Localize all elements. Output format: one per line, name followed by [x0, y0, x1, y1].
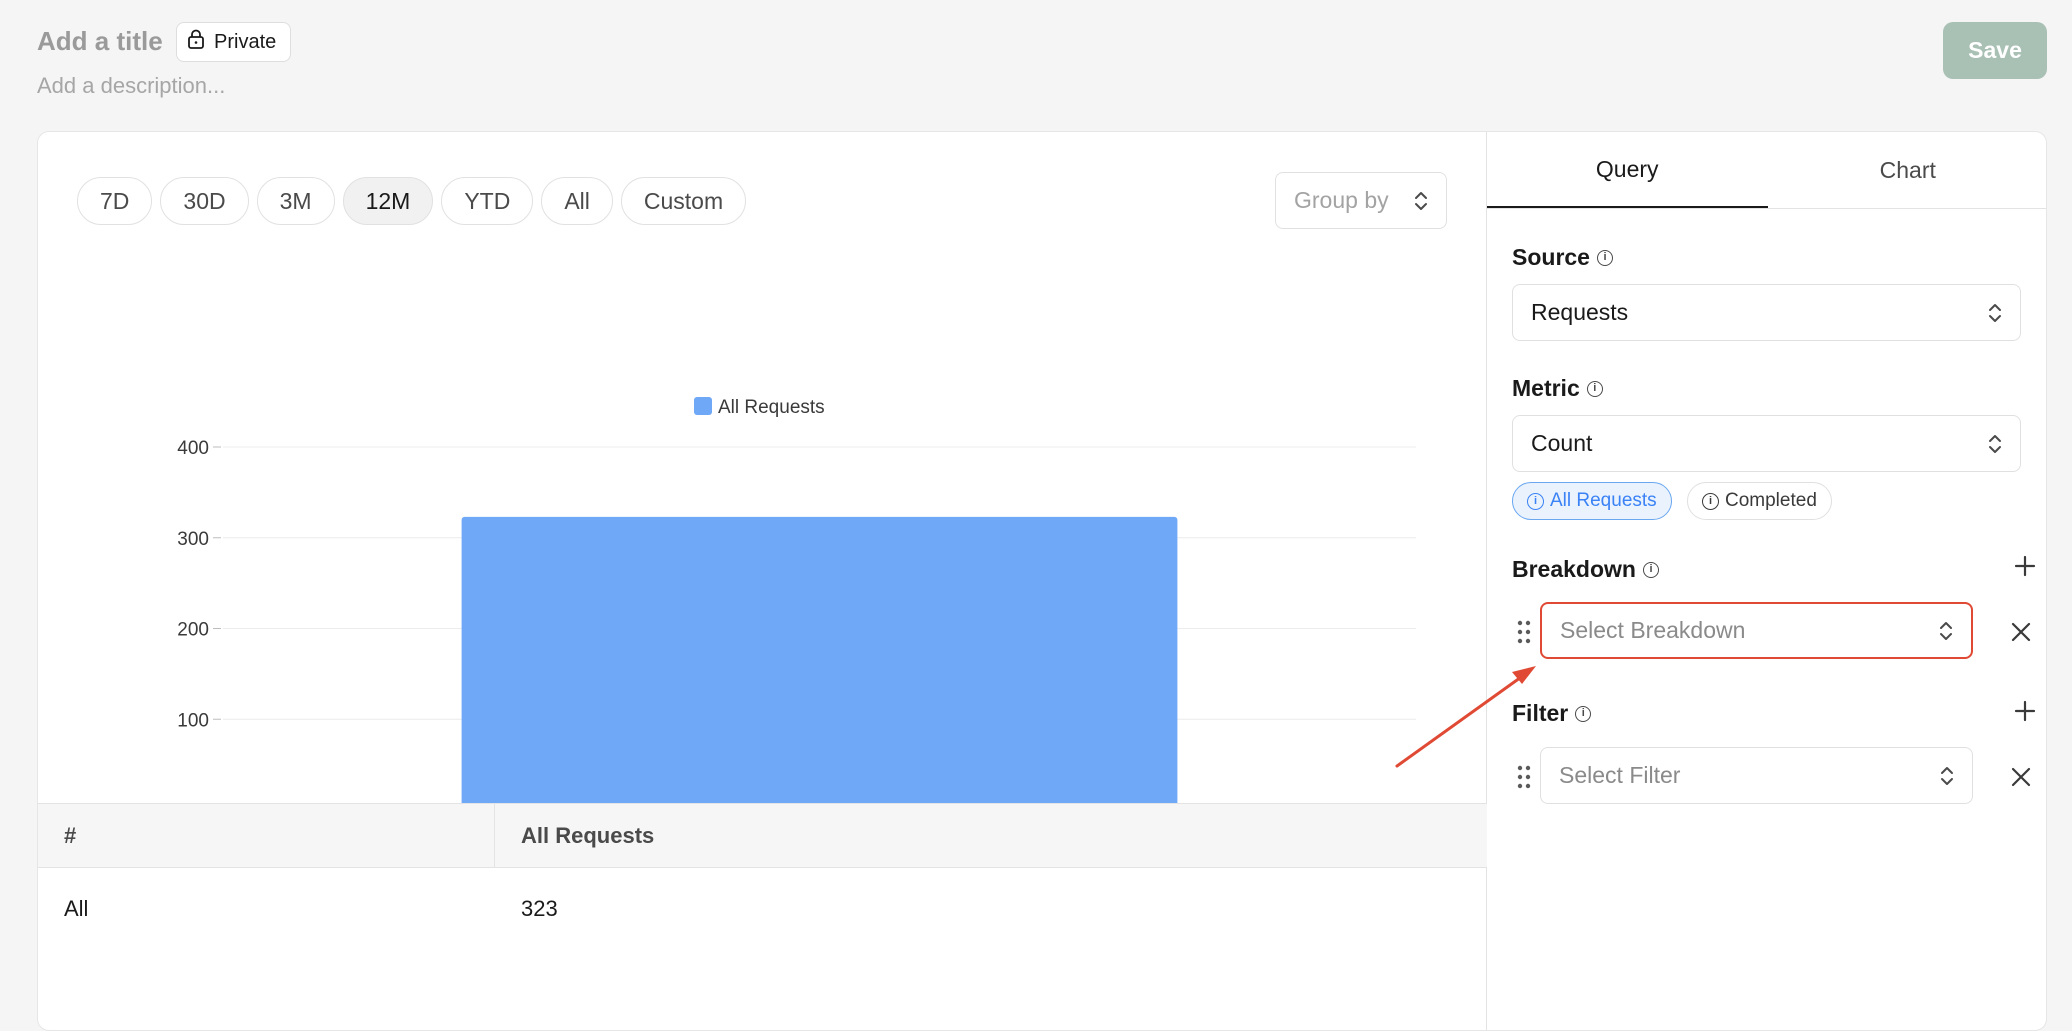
time-range-12m[interactable]: 12M [342, 177, 434, 225]
info-icon: i [1702, 492, 1719, 510]
remove-filter-button[interactable] [2010, 765, 2032, 793]
chevron-updown-icon [1988, 302, 2002, 324]
drag-handle-icon[interactable] [1517, 620, 1531, 649]
description-input[interactable]: Add a description... [37, 73, 225, 99]
legend-label: All Requests [718, 397, 825, 418]
source-value: Requests [1531, 299, 1629, 325]
chevron-updown-icon [1939, 620, 1953, 642]
y-tick-label: 300 [177, 529, 209, 550]
y-tick-label: 400 [177, 438, 209, 459]
breakdown-placeholder: Select Breakdown [1560, 617, 1746, 643]
chip-label: All Requests [1550, 490, 1657, 511]
group-by-select[interactable]: Group by [1275, 172, 1447, 229]
time-range-custom[interactable]: Custom [620, 177, 747, 225]
source-section-label: Source i [1512, 244, 1613, 271]
lock-icon [187, 29, 205, 55]
metric-chip-completed[interactable]: i Completed [1687, 482, 1832, 520]
breakdown-section-label: Breakdown i [1512, 556, 1659, 583]
query-panel: Query Chart Source i Requests Metric i C… [1487, 132, 2047, 1030]
filter-placeholder: Select Filter [1559, 762, 1681, 788]
chart-main: 7D 30D 3M 12M YTD All Custom Group by All Requ… [38, 132, 1487, 1030]
time-range-ytd[interactable]: YTD [441, 177, 534, 225]
table-header: # All Requests [38, 803, 1487, 868]
chevron-updown-icon [1414, 190, 1428, 212]
panel-tabs: Query Chart [1487, 132, 2047, 209]
table-cell-value: 323 [521, 896, 558, 921]
info-icon[interactable]: i [1642, 561, 1659, 578]
info-icon[interactable]: i [1575, 705, 1592, 722]
column-header-all-requests: All Requests [521, 822, 655, 848]
chip-label: Completed [1725, 490, 1817, 511]
tab-query[interactable]: Query [1487, 132, 1768, 208]
metric-label: Metric [1512, 375, 1580, 401]
time-range-7d[interactable]: 7D [77, 177, 153, 225]
metric-section-label: Metric i [1512, 375, 1603, 402]
table-cell-label: All [64, 896, 89, 921]
visibility-toggle[interactable]: Private [176, 22, 292, 62]
y-tick-label: 200 [177, 620, 209, 641]
table-row: All 323 [38, 868, 1487, 950]
remove-breakdown-button[interactable] [2010, 620, 2032, 648]
chevron-updown-icon [1940, 765, 1954, 787]
legend-swatch [694, 397, 712, 415]
filter-section-label: Filter i [1512, 700, 1592, 727]
report-card: 7D 30D 3M 12M YTD All Custom Group by All Requ… [37, 131, 2047, 1031]
column-header-index: # [38, 804, 495, 867]
tab-chart[interactable]: Chart [1768, 132, 2047, 208]
y-tick-label: 100 [177, 710, 209, 731]
info-icon: i [1527, 492, 1544, 510]
time-range-30d[interactable]: 30D [160, 177, 249, 225]
info-icon[interactable]: i [1586, 380, 1603, 397]
metric-chip-all-requests[interactable]: i All Requests [1512, 482, 1672, 520]
filter-select[interactable]: Select Filter [1540, 747, 1973, 804]
breakdown-select[interactable]: Select Breakdown [1540, 602, 1973, 659]
data-table: # All Requests All 323 [38, 803, 1487, 950]
metric-value: Count [1531, 430, 1593, 456]
time-range-all[interactable]: All [541, 177, 613, 225]
add-breakdown-button[interactable] [2014, 553, 2036, 583]
add-filter-button[interactable] [2014, 698, 2036, 728]
source-label: Source [1512, 244, 1590, 270]
time-range-selector: 7D 30D 3M 12M YTD All Custom [77, 177, 747, 225]
source-select[interactable]: Requests [1512, 284, 2021, 341]
save-button[interactable]: Save [1943, 22, 2047, 79]
visibility-label: Private [214, 30, 277, 53]
group-by-placeholder: Group by [1294, 187, 1389, 213]
filter-label: Filter [1512, 700, 1569, 726]
header: Add a title Private Add a description...… [37, 20, 2047, 110]
title-input[interactable]: Add a title [37, 26, 163, 57]
metric-select[interactable]: Count [1512, 415, 2021, 472]
breakdown-label: Breakdown [1512, 556, 1636, 582]
bar-all [461, 516, 1178, 810]
drag-handle-icon[interactable] [1517, 765, 1531, 794]
bar-chart: All Requests0100200300400All [177, 397, 1417, 845]
chart: All Requests0100200300400All [38, 252, 1487, 862]
chevron-updown-icon [1988, 433, 2002, 455]
time-range-3m[interactable]: 3M [256, 177, 335, 225]
info-icon[interactable]: i [1596, 249, 1613, 266]
